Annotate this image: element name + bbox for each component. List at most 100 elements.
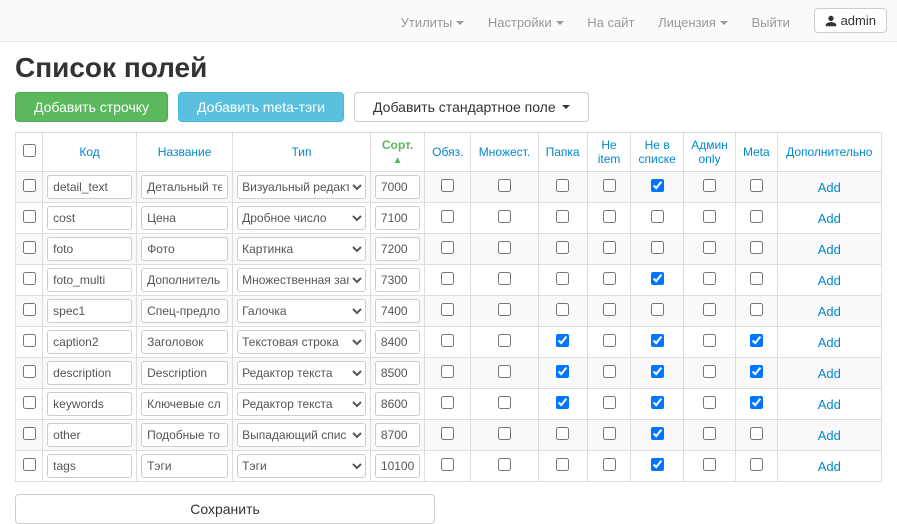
- sort-input[interactable]: [375, 423, 420, 447]
- folder-checkbox[interactable]: [556, 303, 569, 316]
- add-link[interactable]: Add: [818, 366, 841, 381]
- add-row-button[interactable]: Добавить строчку: [15, 92, 168, 122]
- add-link[interactable]: Add: [818, 273, 841, 288]
- type-select[interactable]: Визуальный редакт: [237, 175, 366, 199]
- noitem-checkbox[interactable]: [603, 210, 616, 223]
- add-link[interactable]: Add: [818, 428, 841, 443]
- header-adminonly[interactable]: Админ only: [691, 138, 728, 166]
- adminonly-checkbox[interactable]: [703, 210, 716, 223]
- row-select-checkbox[interactable]: [23, 272, 36, 285]
- add-link[interactable]: Add: [818, 211, 841, 226]
- code-input[interactable]: [47, 237, 132, 261]
- type-select[interactable]: Выпадающий спис: [237, 423, 366, 447]
- required-checkbox[interactable]: [441, 303, 454, 316]
- add-link[interactable]: Add: [818, 335, 841, 350]
- folder-checkbox[interactable]: [556, 241, 569, 254]
- notinlist-checkbox[interactable]: [651, 427, 664, 440]
- code-input[interactable]: [47, 268, 132, 292]
- header-noitem[interactable]: Не item: [598, 138, 621, 166]
- notinlist-checkbox[interactable]: [651, 396, 664, 409]
- adminonly-checkbox[interactable]: [703, 365, 716, 378]
- name-input[interactable]: [141, 330, 228, 354]
- noitem-checkbox[interactable]: [603, 334, 616, 347]
- meta-checkbox[interactable]: [750, 365, 763, 378]
- adminonly-checkbox[interactable]: [703, 458, 716, 471]
- adminonly-checkbox[interactable]: [703, 427, 716, 440]
- header-extra[interactable]: Дополнительно: [786, 145, 872, 159]
- adminonly-checkbox[interactable]: [703, 334, 716, 347]
- required-checkbox[interactable]: [441, 210, 454, 223]
- meta-checkbox[interactable]: [750, 303, 763, 316]
- noitem-checkbox[interactable]: [603, 458, 616, 471]
- sort-input[interactable]: [375, 454, 420, 478]
- header-name[interactable]: Название: [158, 145, 212, 159]
- sort-input[interactable]: [375, 175, 420, 199]
- multiple-checkbox[interactable]: [498, 334, 511, 347]
- row-select-checkbox[interactable]: [23, 427, 36, 440]
- sort-input[interactable]: [375, 237, 420, 261]
- nav-logout[interactable]: Выйти: [751, 15, 790, 30]
- add-link[interactable]: Add: [818, 397, 841, 412]
- multiple-checkbox[interactable]: [498, 427, 511, 440]
- notinlist-checkbox[interactable]: [651, 179, 664, 192]
- type-select[interactable]: Текстовая строка: [237, 330, 366, 354]
- nav-settings[interactable]: Настройки: [488, 15, 564, 30]
- code-input[interactable]: [47, 299, 132, 323]
- required-checkbox[interactable]: [441, 365, 454, 378]
- save-button[interactable]: Сохранить: [15, 494, 435, 524]
- row-select-checkbox[interactable]: [23, 365, 36, 378]
- code-input[interactable]: [47, 361, 132, 385]
- folder-checkbox[interactable]: [556, 272, 569, 285]
- nav-tosite[interactable]: На сайт: [587, 15, 634, 30]
- header-code[interactable]: Код: [79, 145, 99, 159]
- meta-checkbox[interactable]: [750, 427, 763, 440]
- multiple-checkbox[interactable]: [498, 365, 511, 378]
- nav-utilities[interactable]: Утилиты: [401, 15, 465, 30]
- meta-checkbox[interactable]: [750, 210, 763, 223]
- meta-checkbox[interactable]: [750, 458, 763, 471]
- add-link[interactable]: Add: [818, 459, 841, 474]
- row-select-checkbox[interactable]: [23, 303, 36, 316]
- meta-checkbox[interactable]: [750, 272, 763, 285]
- type-select[interactable]: Тэги: [237, 454, 366, 478]
- header-notinlist[interactable]: Не в списке: [639, 138, 676, 166]
- row-select-checkbox[interactable]: [23, 334, 36, 347]
- multiple-checkbox[interactable]: [498, 396, 511, 409]
- meta-checkbox[interactable]: [750, 396, 763, 409]
- code-input[interactable]: [47, 330, 132, 354]
- type-select[interactable]: Галочка: [237, 299, 366, 323]
- name-input[interactable]: [141, 454, 228, 478]
- add-meta-button[interactable]: Добавить meta-тэги: [178, 92, 344, 122]
- meta-checkbox[interactable]: [750, 241, 763, 254]
- admin-button[interactable]: admin: [814, 8, 887, 33]
- name-input[interactable]: [141, 361, 228, 385]
- header-sort[interactable]: Сорт.▲: [382, 138, 413, 166]
- name-input[interactable]: [141, 268, 228, 292]
- notinlist-checkbox[interactable]: [651, 210, 664, 223]
- adminonly-checkbox[interactable]: [703, 396, 716, 409]
- multiple-checkbox[interactable]: [498, 210, 511, 223]
- header-required[interactable]: Обяз.: [432, 145, 463, 159]
- folder-checkbox[interactable]: [556, 334, 569, 347]
- add-link[interactable]: Add: [818, 304, 841, 319]
- noitem-checkbox[interactable]: [603, 396, 616, 409]
- code-input[interactable]: [47, 392, 132, 416]
- required-checkbox[interactable]: [441, 458, 454, 471]
- noitem-checkbox[interactable]: [603, 179, 616, 192]
- header-folder[interactable]: Папка: [546, 145, 580, 159]
- multiple-checkbox[interactable]: [498, 272, 511, 285]
- type-select[interactable]: Картинка: [237, 237, 366, 261]
- noitem-checkbox[interactable]: [603, 365, 616, 378]
- header-type[interactable]: Тип: [291, 145, 311, 159]
- notinlist-checkbox[interactable]: [651, 365, 664, 378]
- multiple-checkbox[interactable]: [498, 303, 511, 316]
- row-select-checkbox[interactable]: [23, 241, 36, 254]
- required-checkbox[interactable]: [441, 179, 454, 192]
- code-input[interactable]: [47, 175, 132, 199]
- notinlist-checkbox[interactable]: [651, 272, 664, 285]
- name-input[interactable]: [141, 299, 228, 323]
- type-select[interactable]: Множественная заг: [237, 268, 366, 292]
- adminonly-checkbox[interactable]: [703, 179, 716, 192]
- name-input[interactable]: [141, 206, 228, 230]
- required-checkbox[interactable]: [441, 334, 454, 347]
